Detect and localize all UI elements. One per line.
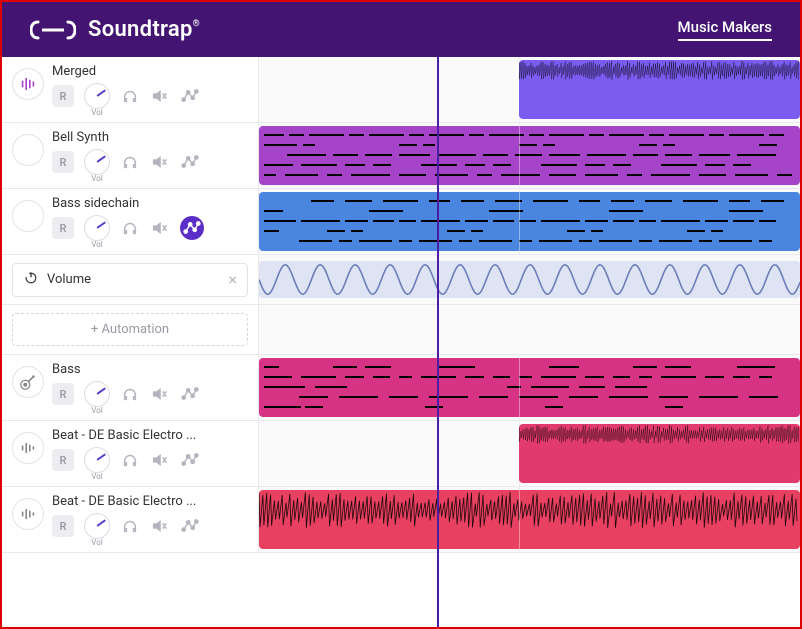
track-type-icon[interactable] <box>12 68 44 100</box>
clip-bass_sc[interactable] <box>259 192 800 251</box>
track-name-label[interactable]: Merged <box>52 64 248 79</box>
clip-bellsynth[interactable] <box>259 126 800 185</box>
track-type-icon[interactable] <box>12 498 44 530</box>
automation-empty-timeline <box>259 305 800 354</box>
track-name-label[interactable]: Bass sidechain <box>52 196 248 211</box>
clip-beat2[interactable] <box>259 490 800 549</box>
track-type-icon[interactable] <box>12 366 44 398</box>
track-header-bellsynth: Bell Synth R Vol <box>2 123 259 188</box>
mute-icon[interactable] <box>150 152 170 172</box>
record-arm-button[interactable]: R <box>52 449 74 471</box>
automation-icon[interactable] <box>180 86 200 106</box>
automation-param-label: Volume <box>47 272 220 287</box>
mute-icon[interactable] <box>150 516 170 536</box>
track-timeline[interactable] <box>259 487 800 552</box>
headphones-icon[interactable] <box>120 218 140 238</box>
logo-mark-icon <box>30 19 76 41</box>
volume-knob[interactable]: Vol <box>84 83 110 109</box>
track-row-beat2: Beat - DE Basic Electro ... R Vol <box>2 487 800 553</box>
track-header-merged: Merged R Vol <box>2 57 259 122</box>
clip-beat1[interactable] <box>519 424 800 483</box>
track-timeline[interactable] <box>259 355 800 420</box>
record-arm-button[interactable]: R <box>52 515 74 537</box>
track-type-icon[interactable] <box>12 432 44 464</box>
track-name-label[interactable]: Beat - DE Basic Electro ... <box>52 494 248 509</box>
headphones-icon[interactable] <box>120 152 140 172</box>
track-name-label[interactable]: Beat - DE Basic Electro ... <box>52 428 248 443</box>
add-automation-row: + Automation <box>2 305 800 355</box>
automation-timeline[interactable] <box>259 255 800 304</box>
automation-icon[interactable] <box>180 152 200 172</box>
track-timeline[interactable] <box>259 421 800 486</box>
track-header-beat1: Beat - DE Basic Electro ... R Vol <box>2 421 259 486</box>
mute-icon[interactable] <box>150 384 170 404</box>
mute-icon[interactable] <box>150 450 170 470</box>
headphones-icon[interactable] <box>120 86 140 106</box>
tracks-container: Merged R Vol Bell Synth R Vol <box>2 57 800 553</box>
track-timeline[interactable] <box>259 123 800 188</box>
clip-bass[interactable] <box>259 358 800 417</box>
clip-merged[interactable] <box>519 60 800 119</box>
track-row-bellsynth: Bell Synth R Vol <box>2 123 800 189</box>
automation-icon[interactable] <box>180 216 204 240</box>
volume-knob[interactable]: Vol <box>84 381 110 407</box>
mute-icon[interactable] <box>150 86 170 106</box>
automation-row: Volume × <box>2 255 800 305</box>
headphones-icon[interactable] <box>120 516 140 536</box>
headphones-icon[interactable] <box>120 384 140 404</box>
track-name-label[interactable]: Bass <box>52 362 248 377</box>
automation-param-select[interactable]: Volume × <box>12 263 248 297</box>
track-header-bass: Bass R Vol <box>2 355 259 420</box>
close-icon[interactable]: × <box>228 270 237 289</box>
track-row-merged: Merged R Vol <box>2 57 800 123</box>
nav-music-makers[interactable]: Music Makers <box>678 18 773 41</box>
record-arm-button[interactable]: R <box>52 151 74 173</box>
power-icon <box>23 270 39 290</box>
track-row-bass: Bass R Vol <box>2 355 800 421</box>
track-type-icon[interactable] <box>12 134 44 166</box>
automation-icon[interactable] <box>180 450 200 470</box>
track-name-label[interactable]: Bell Synth <box>52 130 248 145</box>
track-timeline[interactable] <box>259 57 800 122</box>
app-header: Soundtrap® Music Makers <box>2 2 800 57</box>
track-header-beat2: Beat - DE Basic Electro ... R Vol <box>2 487 259 552</box>
track-header-bass_sc: Bass sidechain R Vol <box>2 189 259 254</box>
track-type-icon[interactable] <box>12 200 44 232</box>
brand-text: Soundtrap® <box>88 17 200 42</box>
volume-knob[interactable]: Vol <box>84 513 110 539</box>
volume-knob[interactable]: Vol <box>84 447 110 473</box>
headphones-icon[interactable] <box>120 450 140 470</box>
track-row-beat1: Beat - DE Basic Electro ... R Vol <box>2 421 800 487</box>
record-arm-button[interactable]: R <box>52 383 74 405</box>
automation-icon[interactable] <box>180 516 200 536</box>
record-arm-button[interactable]: R <box>52 85 74 107</box>
add-automation-button[interactable]: + Automation <box>12 313 248 346</box>
volume-knob[interactable]: Vol <box>84 149 110 175</box>
track-row-bass_sc: Bass sidechain R Vol <box>2 189 800 255</box>
record-arm-button[interactable]: R <box>52 217 74 239</box>
mute-icon[interactable] <box>150 218 170 238</box>
track-timeline[interactable] <box>259 189 800 254</box>
logo[interactable]: Soundtrap® <box>30 17 200 42</box>
volume-knob[interactable]: Vol <box>84 215 110 241</box>
automation-icon[interactable] <box>180 384 200 404</box>
